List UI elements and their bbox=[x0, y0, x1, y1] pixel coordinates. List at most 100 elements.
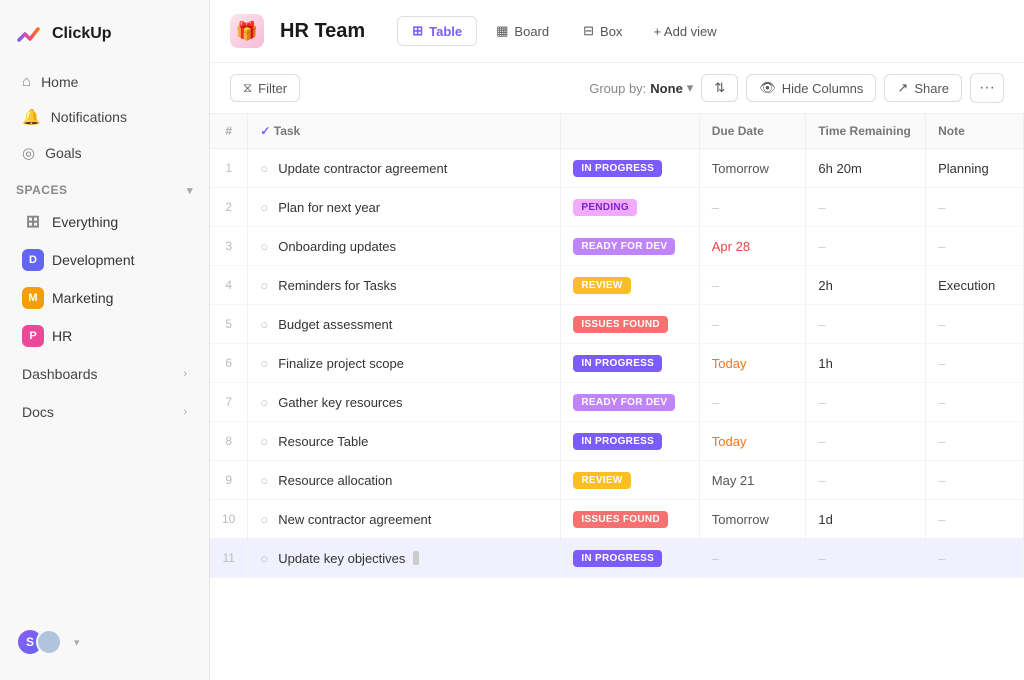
task-checkbox[interactable]: ○ bbox=[260, 161, 268, 176]
row-task[interactable]: ○ Update contractor agreement bbox=[248, 149, 561, 188]
row-task[interactable]: ○ New contractor agreement bbox=[248, 500, 561, 539]
sidebar-item-marketing-label: Marketing bbox=[52, 290, 113, 306]
table-row[interactable]: 8 ○ Resource Table IN PROGRESS Today – – bbox=[210, 422, 1024, 461]
col-note[interactable]: Note bbox=[926, 114, 1024, 149]
tab-box[interactable]: ⊟ Box bbox=[568, 16, 637, 46]
sidebar-item-home[interactable]: ⌂ Home bbox=[6, 65, 203, 98]
sort-button[interactable]: ⇅ bbox=[701, 74, 738, 102]
sidebar-item-everything[interactable]: ⊞ Everything bbox=[6, 204, 203, 240]
table-header: # ✓ Task Due Date Time Remaining Note bbox=[210, 114, 1024, 149]
group-by-label: Group by: bbox=[589, 81, 646, 96]
table-row[interactable]: 3 ○ Onboarding updates READY FOR DEV Apr… bbox=[210, 227, 1024, 266]
table-row[interactable]: 5 ○ Budget assessment ISSUES FOUND – – – bbox=[210, 305, 1024, 344]
task-checkbox[interactable]: ○ bbox=[260, 551, 268, 566]
filter-button[interactable]: ⧖ Filter bbox=[230, 74, 300, 102]
col-time-remaining[interactable]: Time Remaining bbox=[806, 114, 926, 149]
sidebar-item-development-label: Development bbox=[52, 252, 135, 268]
row-task[interactable]: ○ Resource allocation bbox=[248, 461, 561, 500]
row-time-remaining: – bbox=[806, 305, 926, 344]
sidebar-item-development[interactable]: D Development bbox=[6, 242, 203, 278]
row-due-date: – bbox=[699, 383, 806, 422]
row-status[interactable]: ISSUES FOUND bbox=[561, 500, 699, 539]
row-task[interactable]: ○ Onboarding updates bbox=[248, 227, 561, 266]
table-row[interactable]: 9 ○ Resource allocation REVIEW May 21 – … bbox=[210, 461, 1024, 500]
toolbar-left: ⧖ Filter bbox=[230, 74, 300, 102]
task-checkbox[interactable]: ○ bbox=[260, 512, 268, 527]
task-checkbox[interactable]: ○ bbox=[260, 278, 268, 293]
row-status[interactable]: REVIEW bbox=[561, 266, 699, 305]
sidebar-item-hr[interactable]: P HR bbox=[6, 318, 203, 354]
row-num: 2 bbox=[210, 188, 248, 227]
row-due-date: Tomorrow bbox=[699, 500, 806, 539]
add-view-button[interactable]: + Add view bbox=[641, 18, 728, 45]
tab-table[interactable]: ⊞ Table bbox=[397, 16, 477, 46]
avatar-group[interactable]: S bbox=[16, 628, 62, 656]
sidebar-item-docs[interactable]: Docs › bbox=[6, 394, 203, 430]
task-checkbox[interactable]: ○ bbox=[260, 473, 268, 488]
sidebar-item-marketing[interactable]: M Marketing bbox=[6, 280, 203, 316]
table-row[interactable]: 11 ○ Update key objectives IN PROGRESS –… bbox=[210, 539, 1024, 578]
group-by-control[interactable]: Group by: None ▾ bbox=[589, 80, 693, 96]
task-name: Budget assessment bbox=[278, 317, 392, 332]
task-name: Resource Table bbox=[278, 434, 368, 449]
row-task[interactable]: ○ Plan for next year bbox=[248, 188, 561, 227]
sidebar-item-dashboards[interactable]: Dashboards › bbox=[6, 356, 203, 392]
everything-icon: ⊞ bbox=[22, 211, 44, 233]
row-note: – bbox=[926, 461, 1024, 500]
table-row[interactable]: 7 ○ Gather key resources READY FOR DEV –… bbox=[210, 383, 1024, 422]
row-task[interactable]: ○ Update key objectives bbox=[248, 539, 561, 578]
table-row[interactable]: 4 ○ Reminders for Tasks REVIEW – 2h Exec… bbox=[210, 266, 1024, 305]
row-task[interactable]: ○ Gather key resources bbox=[248, 383, 561, 422]
spaces-header: Spaces ▾ bbox=[0, 171, 209, 203]
row-status[interactable]: IN PROGRESS bbox=[561, 422, 699, 461]
row-task[interactable]: ○ Budget assessment bbox=[248, 305, 561, 344]
group-by-value: None bbox=[650, 81, 683, 96]
row-due-date: – bbox=[699, 539, 806, 578]
task-checkbox[interactable]: ○ bbox=[260, 356, 268, 371]
share-button[interactable]: ↗ Share bbox=[884, 74, 962, 102]
tab-board[interactable]: ▦ Board bbox=[481, 16, 564, 46]
row-status[interactable]: PENDING bbox=[561, 188, 699, 227]
task-tbody: 1 ○ Update contractor agreement IN PROGR… bbox=[210, 149, 1024, 578]
sidebar-item-goals[interactable]: ◎ Goals bbox=[6, 136, 203, 170]
resize-handle[interactable] bbox=[413, 551, 419, 565]
table-row[interactable]: 2 ○ Plan for next year PENDING – – – bbox=[210, 188, 1024, 227]
table-row[interactable]: 6 ○ Finalize project scope IN PROGRESS T… bbox=[210, 344, 1024, 383]
user-chevron-icon[interactable]: ▾ bbox=[74, 636, 80, 649]
col-task[interactable]: ✓ Task bbox=[248, 114, 561, 149]
col-status[interactable] bbox=[561, 114, 699, 149]
row-task[interactable]: ○ Finalize project scope bbox=[248, 344, 561, 383]
row-status[interactable]: READY FOR DEV bbox=[561, 383, 699, 422]
task-checkbox[interactable]: ○ bbox=[260, 239, 268, 254]
docs-chevron-icon: › bbox=[183, 406, 187, 418]
row-num: 11 bbox=[210, 539, 248, 578]
task-checkbox[interactable]: ○ bbox=[260, 317, 268, 332]
row-status[interactable]: IN PROGRESS bbox=[561, 149, 699, 188]
row-num: 1 bbox=[210, 149, 248, 188]
sidebar-item-everything-label: Everything bbox=[52, 214, 118, 230]
more-options-button[interactable]: ··· bbox=[970, 73, 1004, 103]
row-status[interactable]: IN PROGRESS bbox=[561, 344, 699, 383]
row-status[interactable]: REVIEW bbox=[561, 461, 699, 500]
task-checkbox[interactable]: ○ bbox=[260, 434, 268, 449]
hide-columns-button[interactable]: 👁 Hide Columns bbox=[746, 74, 876, 102]
row-time-remaining: – bbox=[806, 383, 926, 422]
row-task[interactable]: ○ Resource Table bbox=[248, 422, 561, 461]
task-checkbox[interactable]: ○ bbox=[260, 200, 268, 215]
row-num: 10 bbox=[210, 500, 248, 539]
row-num: 3 bbox=[210, 227, 248, 266]
row-status[interactable]: ISSUES FOUND bbox=[561, 305, 699, 344]
status-badge: IN PROGRESS bbox=[573, 355, 662, 372]
row-num: 5 bbox=[210, 305, 248, 344]
row-status[interactable]: IN PROGRESS bbox=[561, 539, 699, 578]
table-row[interactable]: 1 ○ Update contractor agreement IN PROGR… bbox=[210, 149, 1024, 188]
row-task[interactable]: ○ Reminders for Tasks bbox=[248, 266, 561, 305]
task-checkbox[interactable]: ○ bbox=[260, 395, 268, 410]
tab-board-label: Board bbox=[514, 24, 549, 39]
spaces-chevron-icon[interactable]: ▾ bbox=[187, 184, 193, 197]
table-row[interactable]: 10 ○ New contractor agreement ISSUES FOU… bbox=[210, 500, 1024, 539]
task-name: Update contractor agreement bbox=[278, 161, 447, 176]
row-status[interactable]: READY FOR DEV bbox=[561, 227, 699, 266]
sidebar-item-notifications[interactable]: 🔔 Notifications bbox=[6, 100, 203, 134]
col-due-date[interactable]: Due Date bbox=[699, 114, 806, 149]
